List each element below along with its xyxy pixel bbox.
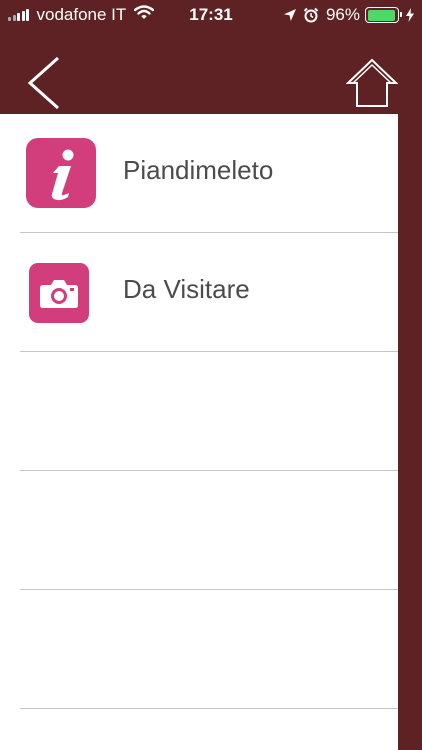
empty-row <box>20 590 398 709</box>
battery-icon <box>365 7 402 23</box>
status-left: vodafone IT <box>8 5 155 25</box>
content-list: Piandimeleto Da Visitare <box>0 114 398 750</box>
signal-icon <box>8 9 31 21</box>
home-icon <box>345 58 399 107</box>
battery-percent: 96% <box>325 5 360 24</box>
nav-bar <box>0 30 422 114</box>
list-item-label: Piandimeleto <box>123 155 274 185</box>
camera-icon <box>29 263 89 323</box>
empty-row <box>20 352 398 471</box>
location-arrow-icon <box>283 8 297 22</box>
wifi-icon <box>134 5 155 25</box>
chevron-left-icon <box>27 56 59 110</box>
carrier-name: vodafone IT <box>36 5 127 24</box>
status-bar: vodafone IT 17:31 96% <box>0 0 422 30</box>
list-item-piandimeleto[interactable]: Piandimeleto <box>20 114 398 233</box>
list-item-label: Da Visitare <box>123 274 250 304</box>
info-icon <box>26 138 96 208</box>
battery-level <box>367 9 396 21</box>
charging-bolt-icon <box>406 8 414 22</box>
empty-row <box>20 471 398 590</box>
status-right: 96% <box>277 4 414 26</box>
alarm-icon <box>303 7 319 23</box>
back-button[interactable] <box>26 56 62 110</box>
list-item-da-visitare[interactable]: Da Visitare <box>20 233 398 352</box>
home-button[interactable] <box>345 58 399 108</box>
